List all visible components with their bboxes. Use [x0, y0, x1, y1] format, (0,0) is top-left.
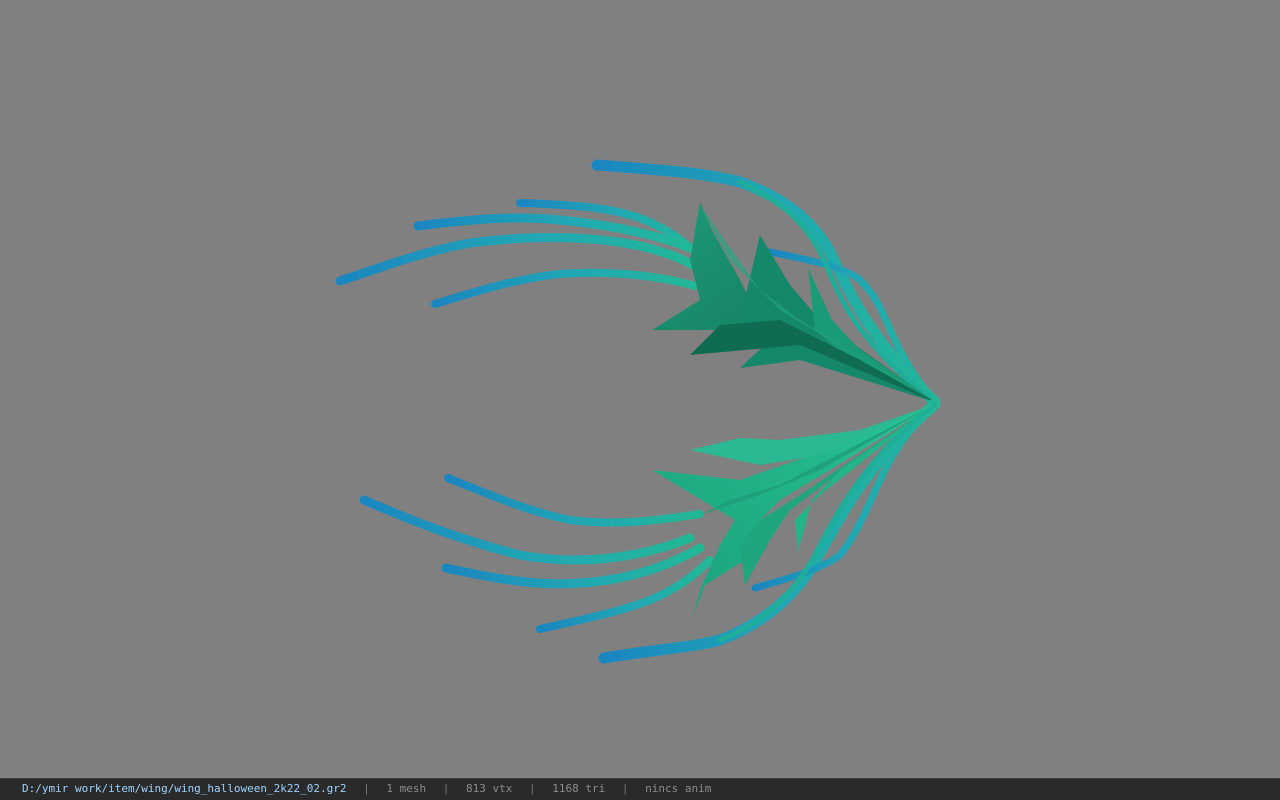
strand [444, 474, 704, 527]
separator: | [442, 782, 450, 795]
vertex-count: 813 vtx [466, 782, 513, 795]
strand [536, 556, 714, 633]
file-path: D:/ymir work/item/wing/wing_halloween_2k… [22, 782, 347, 795]
strand [431, 268, 699, 308]
animation-status: nincs anim [645, 782, 712, 795]
3d-viewport[interactable] [0, 0, 1280, 778]
top-leaves [652, 202, 935, 402]
strand [441, 543, 705, 589]
separator: | [529, 782, 536, 795]
wing-model [335, 159, 941, 664]
mesh-count: 1 mesh [386, 782, 427, 795]
separator: | [621, 782, 629, 795]
status-bar: D:/ymir work/item/wing/wing_halloween_2k… [0, 778, 1280, 800]
separator: | [363, 782, 370, 795]
triangle-count: 1168 tri [552, 782, 606, 795]
